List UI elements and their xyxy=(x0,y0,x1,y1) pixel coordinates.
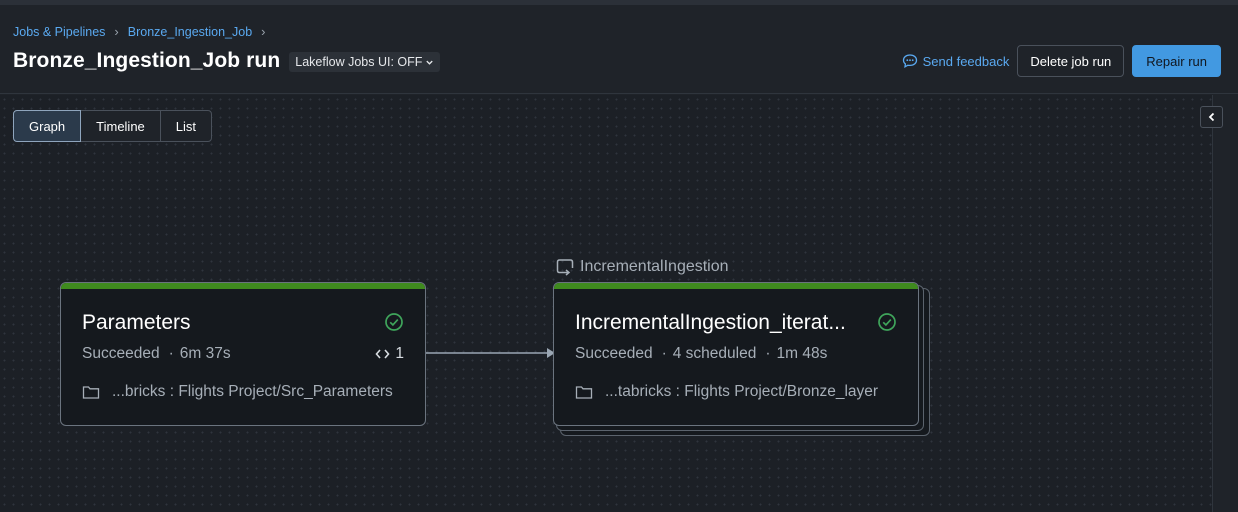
meta-separator: · xyxy=(765,345,771,362)
code-count: 1 xyxy=(375,345,404,363)
header-actions: Send feedback Delete job run Repair run xyxy=(902,45,1221,77)
page-header: Jobs & Pipelines › Bronze_Ingestion_Job … xyxy=(0,5,1238,94)
title-row: Bronze_Ingestion_Job run Lakeflow Jobs U… xyxy=(13,49,441,73)
task-path-label: ...tabricks : Flights Project/Bronze_lay… xyxy=(605,383,879,400)
tab-graph[interactable]: Graph xyxy=(13,110,82,142)
send-feedback-link[interactable]: Send feedback xyxy=(902,53,1010,69)
repair-run-button[interactable]: Repair run xyxy=(1132,45,1221,77)
task-scheduled: 4 scheduled xyxy=(672,345,757,362)
task-path-label: ...bricks : Flights Project/Src_Paramete… xyxy=(112,383,393,400)
page-title: Bronze_Ingestion_Job run xyxy=(13,49,281,72)
task-node-parameters[interactable]: Parameters Succeeded · 6m 37s 1 ...brick… xyxy=(60,282,426,426)
task-title: Parameters xyxy=(82,311,191,334)
group-label-text: IncrementalIngestion xyxy=(580,258,729,275)
task-meta: Succeeded · 4 scheduled · 1m 48s xyxy=(575,345,827,363)
right-side-panel xyxy=(1212,95,1238,512)
breadcrumb-separator: › xyxy=(261,24,266,39)
speech-bubble-icon xyxy=(902,54,917,68)
breadcrumb-jobs-link[interactable]: Jobs & Pipelines xyxy=(13,25,105,39)
lakeflow-ui-toggle-label: Lakeflow Jobs UI: OFF xyxy=(295,55,423,69)
group-label: IncrementalIngestion xyxy=(556,258,729,276)
loop-icon xyxy=(556,259,574,276)
status-bar-succeeded xyxy=(554,283,918,289)
tab-list[interactable]: List xyxy=(159,110,213,142)
chevron-left-icon xyxy=(1208,112,1214,122)
task-status: Succeeded xyxy=(82,345,160,362)
task-title: IncrementalIngestion_iterat... xyxy=(575,311,846,334)
folder-icon xyxy=(575,386,593,399)
meta-separator: · xyxy=(661,345,667,362)
task-duration: 6m 37s xyxy=(179,345,231,362)
task-status: Succeeded xyxy=(575,345,653,362)
view-tabs: Graph Timeline List xyxy=(13,110,213,142)
code-count-value: 1 xyxy=(395,345,404,362)
chevron-down-icon xyxy=(426,60,434,65)
task-path: ...bricks : Flights Project/Src_Paramete… xyxy=(82,383,393,401)
check-circle-icon xyxy=(385,313,403,331)
breadcrumb-separator: › xyxy=(114,24,119,39)
check-circle-icon xyxy=(878,313,896,331)
breadcrumb: Jobs & Pipelines › Bronze_Ingestion_Job … xyxy=(13,24,275,39)
code-brackets-icon xyxy=(375,349,390,359)
folder-icon xyxy=(82,386,100,399)
delete-job-run-button[interactable]: Delete job run xyxy=(1017,45,1125,77)
status-bar-succeeded xyxy=(61,283,425,289)
tab-timeline[interactable]: Timeline xyxy=(80,110,161,142)
meta-separator: · xyxy=(168,345,174,362)
lakeflow-ui-toggle[interactable]: Lakeflow Jobs UI: OFF xyxy=(289,52,441,72)
send-feedback-label: Send feedback xyxy=(922,53,1010,69)
task-meta: Succeeded · 6m 37s xyxy=(82,345,231,363)
task-node-incremental-ingestion[interactable]: IncrementalIngestion_iterat... Succeeded… xyxy=(553,282,919,426)
collapse-panel-button[interactable] xyxy=(1200,106,1223,128)
breadcrumb-job-link[interactable]: Bronze_Ingestion_Job xyxy=(128,25,252,39)
task-duration: 1m 48s xyxy=(776,345,828,362)
task-path: ...tabricks : Flights Project/Bronze_lay… xyxy=(575,383,878,401)
